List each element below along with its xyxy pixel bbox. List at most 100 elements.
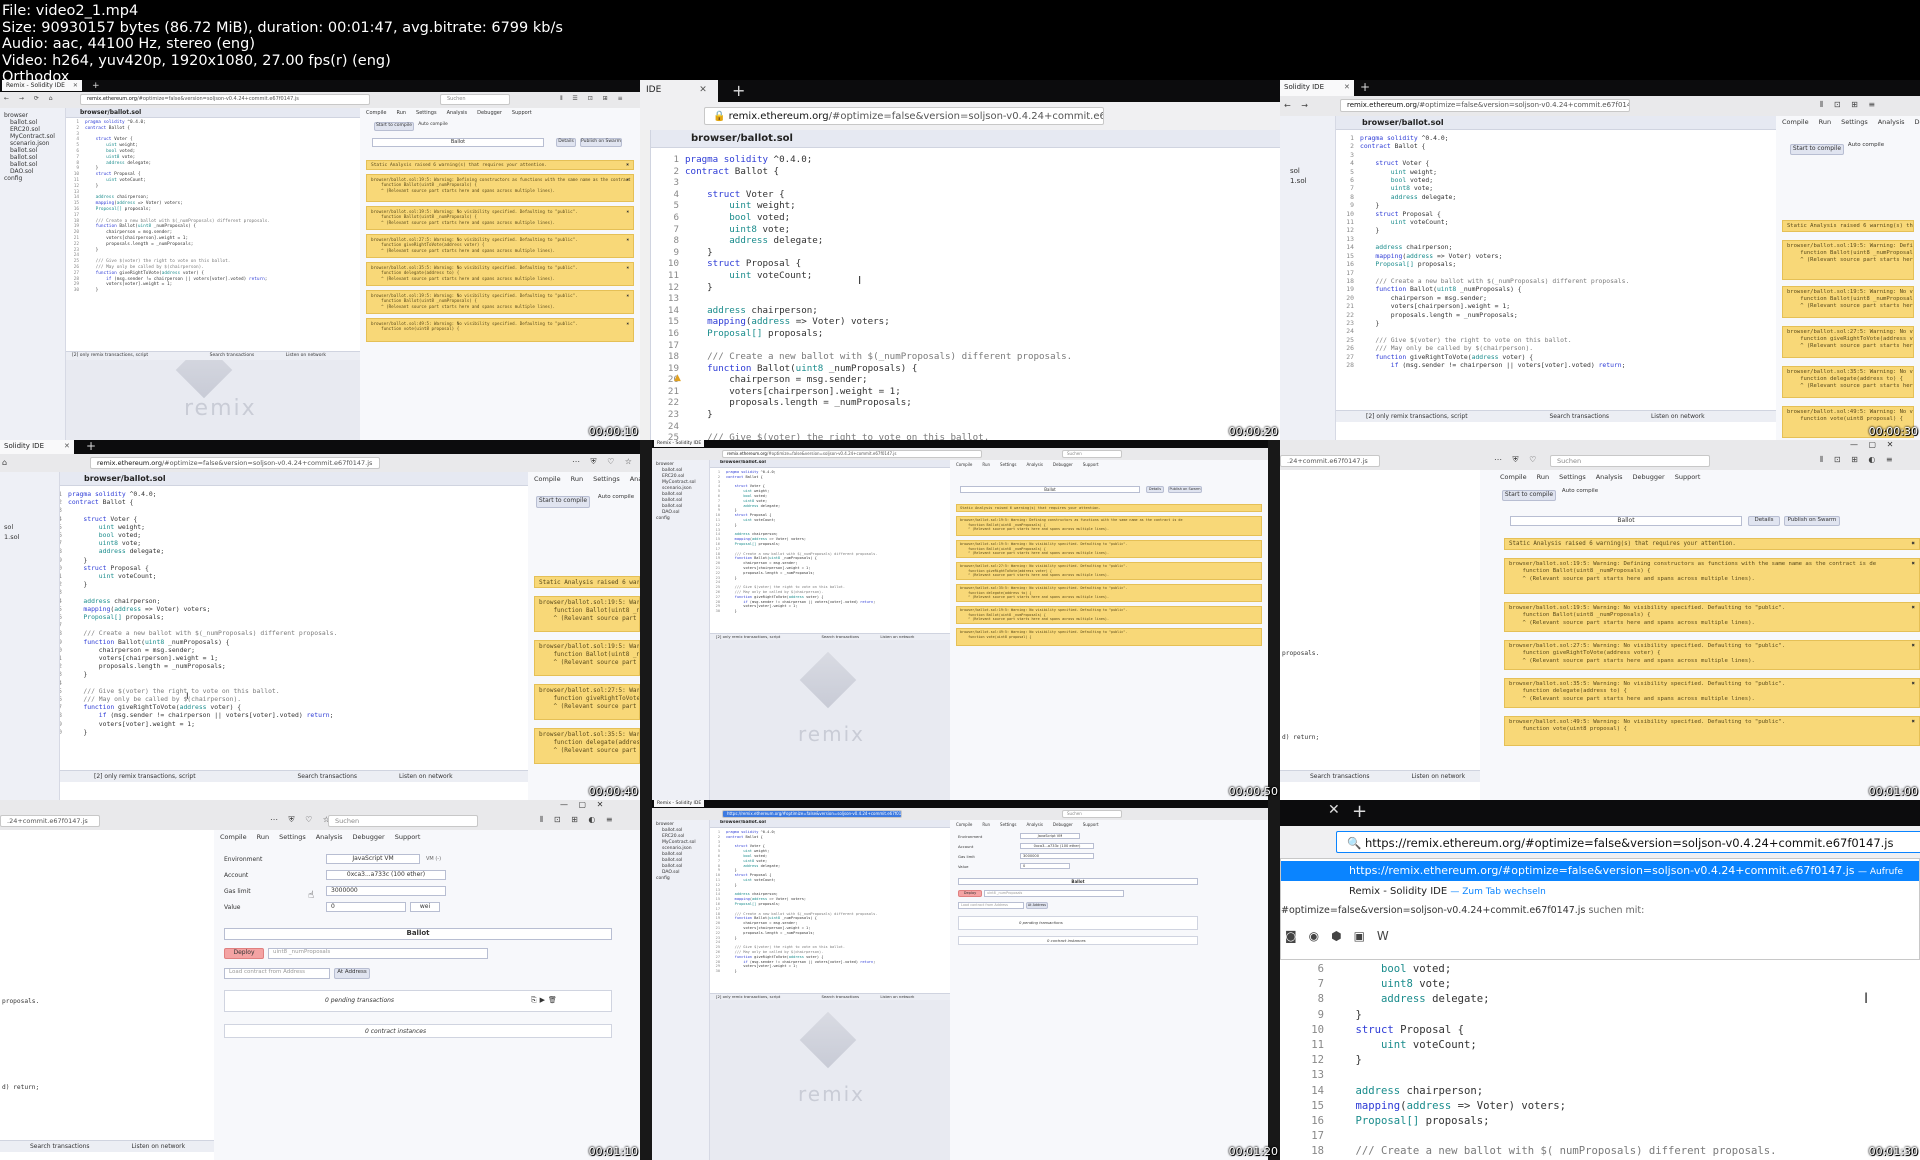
new-tab-icon[interactable]: + xyxy=(86,440,96,453)
file-item[interactable]: MyContract.sol xyxy=(0,133,65,140)
panel-tab-debugger[interactable]: Debugger xyxy=(353,833,385,841)
file-item[interactable]: ballot.sol xyxy=(0,161,65,168)
file-item[interactable]: ballot.sol xyxy=(0,147,65,154)
search-transactions-input[interactable]: Search transactions xyxy=(821,634,859,639)
at-address-button[interactable]: At Address xyxy=(334,968,370,979)
transaction-action-icons[interactable]: ⎘▶🗑 xyxy=(531,996,560,1005)
close-icon[interactable]: ✖ xyxy=(626,209,629,214)
url-bar[interactable]: 🔍 https://remix.ethereum.org/#optimize=f… xyxy=(1336,831,1920,853)
environment-select[interactable]: JavaScript VM xyxy=(326,854,420,864)
panel-tab-compile[interactable]: Compile xyxy=(956,822,972,827)
start-compile-button[interactable]: Start to compile xyxy=(374,122,414,131)
search-engine-icons[interactable]: ◙◉⬢▣W xyxy=(1281,923,1919,951)
folder-config[interactable]: config xyxy=(0,175,65,182)
url-suggestion[interactable]: https://remix.ethereum.org/#optimize=fal… xyxy=(1281,861,1919,881)
listen-network-checkbox[interactable]: Listen on network xyxy=(399,773,453,780)
contract-select[interactable]: Ballot xyxy=(224,928,612,940)
search-transactions-input[interactable]: Search transactions xyxy=(297,773,357,780)
file-item[interactable]: sol xyxy=(1280,166,1335,176)
panel-tab-run[interactable]: Run xyxy=(1819,118,1831,126)
code-editor[interactable]: browser/ballot.sol 1 pragma solidity ^0.4… xyxy=(1336,116,1776,440)
code-editor[interactable]: browser/ballot.sol 1 pragma solidity ^0.4… xyxy=(710,460,950,640)
panel-tab-support[interactable]: Support xyxy=(1083,822,1099,827)
url-bar[interactable]: .24+commit.e67f0147.js xyxy=(0,815,100,827)
tab-suggestion[interactable]: Remix - Solidity IDE — Zum Tab wechseln xyxy=(1281,883,1919,901)
folder-browser[interactable]: browser xyxy=(0,112,65,119)
file-item[interactable]: ballot.sol xyxy=(0,154,65,161)
panel-tab-analysis[interactable]: Analysis xyxy=(1026,462,1042,467)
toolbar-icons[interactable]: ⫴ ⊡ ⊞ ≡ xyxy=(1820,100,1879,110)
panel-tab-analysis[interactable]: Analysis xyxy=(447,110,468,116)
browser-tab[interactable]: Remix - Solidity IDE xyxy=(654,440,705,447)
listen-network-checkbox[interactable]: Listen on network xyxy=(880,994,914,999)
file-item[interactable]: ERC20.sol xyxy=(0,126,65,133)
panel-tab-compile[interactable]: Compile xyxy=(366,110,386,116)
window-controls[interactable]: — ▢ ✕ xyxy=(560,800,607,809)
new-tab-icon[interactable]: + xyxy=(92,81,100,91)
publish-button[interactable]: Publish on Swarm xyxy=(1168,486,1202,493)
search-transactions-input[interactable]: Search transactions xyxy=(210,353,255,358)
contract-select[interactable]: Ballot xyxy=(1510,516,1742,526)
editor-tab[interactable]: browser/ballot.sol xyxy=(710,460,950,468)
nav-icons[interactable]: ← → xyxy=(1284,101,1312,110)
deploy-param-input[interactable]: uint8 _numProposals xyxy=(984,890,1124,897)
terminal-filter[interactable]: [2] only remix transactions, script xyxy=(94,773,196,780)
code-editor[interactable]: 6 bool voted; 7 uint8 vote; 8 address dele… xyxy=(1280,960,1920,1160)
panel-tab-settings[interactable]: Settings xyxy=(593,475,620,483)
account-select[interactable]: 0xca3...a733c (100 ether) xyxy=(326,870,446,880)
panel-tab-settings[interactable]: Settings xyxy=(416,110,437,116)
new-tab-icon[interactable]: + xyxy=(732,81,745,100)
listen-network-checkbox[interactable]: Listen on network xyxy=(286,353,326,358)
window-controls[interactable]: — ▢ ✕ xyxy=(1850,440,1897,449)
panel-tab-support[interactable]: Support xyxy=(1083,462,1099,467)
browser-tab[interactable]: IDE ✕ xyxy=(640,80,718,102)
close-icon[interactable]: ✕ xyxy=(699,85,707,95)
panel-tab-compile[interactable]: Compile xyxy=(1782,118,1809,126)
close-icon[interactable]: ✖ xyxy=(626,177,629,182)
listen-network-checkbox[interactable]: Listen on network xyxy=(1411,773,1465,780)
terminal-filter[interactable]: [2] only remix transactions, script xyxy=(716,634,780,639)
url-bar[interactable]: remix.ethereum.org/#optimize=false&versi… xyxy=(90,457,380,469)
new-tab-icon[interactable]: + xyxy=(1360,80,1370,94)
panel-tab-debugger[interactable]: Debugger xyxy=(1053,462,1073,467)
publish-button[interactable]: Publish on Swarm xyxy=(580,138,622,147)
nav-icons[interactable]: ← → ⟳ ⌂ xyxy=(4,95,57,102)
close-icon[interactable]: ✖ xyxy=(1912,541,1916,547)
code-editor[interactable]: browser/ballot.sol 1 pragma solidity ^0.4… xyxy=(650,130,1280,440)
toolbar-icons[interactable]: ⋯ ⛨ ♡ ☆ xyxy=(572,457,636,467)
toolbar-icons[interactable]: ⫴ ☰ ⊡ ⊞ ≡ xyxy=(560,95,627,103)
close-icon[interactable]: ✖ xyxy=(1912,605,1915,612)
search-transactions-input[interactable]: Search transactions xyxy=(1310,773,1370,780)
panel-tab-analysis[interactable]: Analysis xyxy=(1878,118,1905,126)
panel-tab-run[interactable]: Run xyxy=(396,110,406,116)
close-icon[interactable]: ✖ xyxy=(1912,561,1915,568)
file-item[interactable]: DAO.sol xyxy=(0,168,65,175)
close-icon[interactable]: ✖ xyxy=(626,265,629,270)
account-select[interactable]: 0xca3...a733c (100 ether) xyxy=(1020,843,1094,849)
folder-config[interactable]: config xyxy=(652,876,709,882)
editor-tab[interactable]: browser/ballot.sol xyxy=(66,108,360,118)
auto-compile-checkbox[interactable]: Auto compile xyxy=(1846,142,1886,156)
url-bar[interactable]: remix.ethereum.org/#optimize=false&versi… xyxy=(80,94,370,105)
panel-tab-debugger[interactable]: Debugger xyxy=(1633,473,1665,481)
search-input[interactable]: Suchen xyxy=(1062,450,1122,458)
url-bar[interactable]: https://remix.ethereum.org/#optimize=fal… xyxy=(722,810,902,818)
editor-tab[interactable]: browser/ballot.sol xyxy=(710,820,950,828)
panel-tab-analysis[interactable]: Analysis xyxy=(1596,473,1623,481)
panel-tab-settings[interactable]: Settings xyxy=(1559,473,1586,481)
deploy-param-input[interactable]: uint8 _numProposals xyxy=(268,948,488,959)
terminal-filter[interactable]: [2] only remix transactions, script xyxy=(1366,413,1468,420)
code-editor[interactable]: browser/ballot.sol 1 pragma solidity ^0.4… xyxy=(66,108,360,360)
panel-tab-run[interactable]: Run xyxy=(982,462,990,467)
folder-config[interactable]: config xyxy=(652,516,709,522)
start-compile-button[interactable]: Start to compile xyxy=(536,496,590,508)
file-item[interactable]: scenario.json xyxy=(0,140,65,147)
url-bar[interactable]: 🔒 remix.ethereum.org/#optimize=false&ver… xyxy=(704,107,1104,125)
panel-tab-compile[interactable]: Compile xyxy=(220,833,247,841)
browser-tab[interactable]: Remix - Solidity IDE xyxy=(654,800,705,807)
details-button[interactable]: Details xyxy=(1146,486,1164,493)
panel-tab-debugger[interactable]: Debugger xyxy=(477,110,502,116)
search-input[interactable]: Suchen xyxy=(328,815,478,827)
details-button[interactable]: Details xyxy=(556,138,576,147)
auto-compile-checkbox[interactable]: Auto compile xyxy=(1560,488,1600,502)
